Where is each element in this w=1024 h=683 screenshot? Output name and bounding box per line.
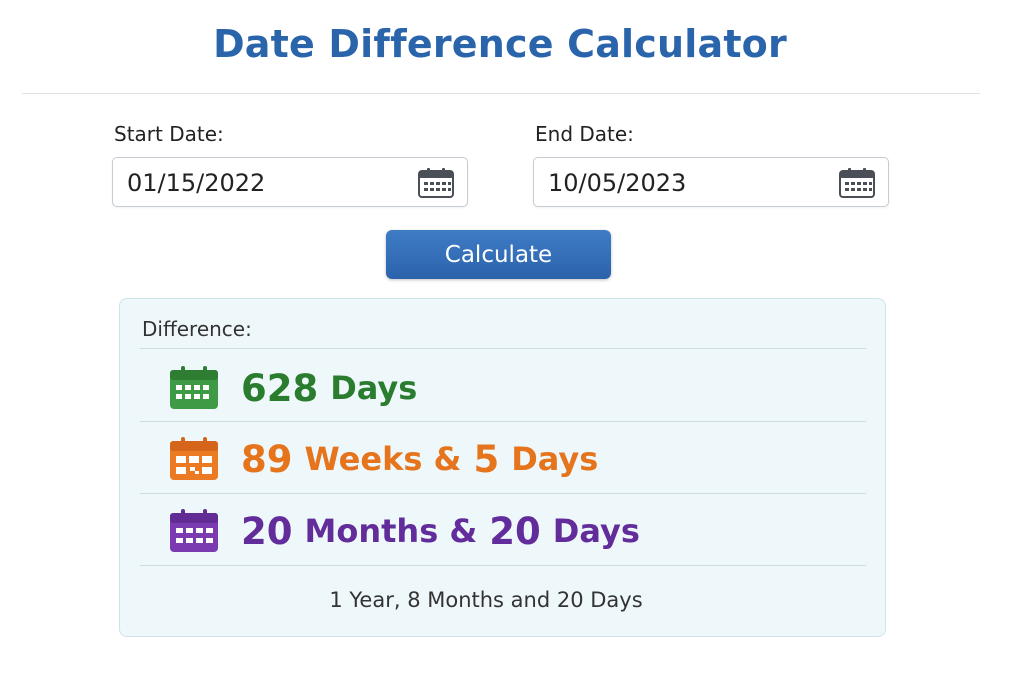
row-divider [140,421,866,422]
days-unit: Days [330,369,418,407]
result-days-row: 628 Days [168,360,417,416]
months-days-unit: Days [552,512,640,550]
header-divider [22,93,980,94]
row-divider [140,565,866,566]
days-value: 628 [241,366,319,410]
weeks-value: 89 [241,437,293,481]
weeks-days-value: 5 [473,437,500,481]
weeks-days-unit: Days [511,440,599,478]
end-date-label: End Date: [535,122,634,146]
end-date-value[interactable]: 10/05/2023 [548,169,686,197]
calendar-week-icon [170,437,218,480]
calendar-icon [170,366,218,409]
start-date-label: Start Date: [114,122,224,146]
result-heading: Difference: [142,317,252,341]
calendar-icon[interactable] [838,167,876,199]
page-title: Date Difference Calculator [213,22,787,66]
result-months-row: 20 Months & 20 Days [168,503,640,559]
weeks-unit: Weeks & [304,440,462,478]
months-days-value: 20 [489,509,541,553]
start-date-value[interactable]: 01/15/2022 [127,169,265,197]
months-value: 20 [241,509,293,553]
start-date-field[interactable]: 01/15/2022 [112,157,468,207]
result-summary: 1 Year, 8 Months and 20 Days [329,588,643,612]
result-panel: Difference: 628 Days 89 Weeks & 5 Days 2… [119,298,886,637]
end-date-field[interactable]: 10/05/2023 [533,157,889,207]
row-divider [140,493,866,494]
calculate-button[interactable]: Calculate [386,230,611,279]
calendar-icon[interactable] [417,167,455,199]
months-unit: Months & [304,512,478,550]
row-divider [140,348,866,349]
result-weeks-row: 89 Weeks & 5 Days [168,431,598,487]
calendar-month-icon [170,509,218,552]
